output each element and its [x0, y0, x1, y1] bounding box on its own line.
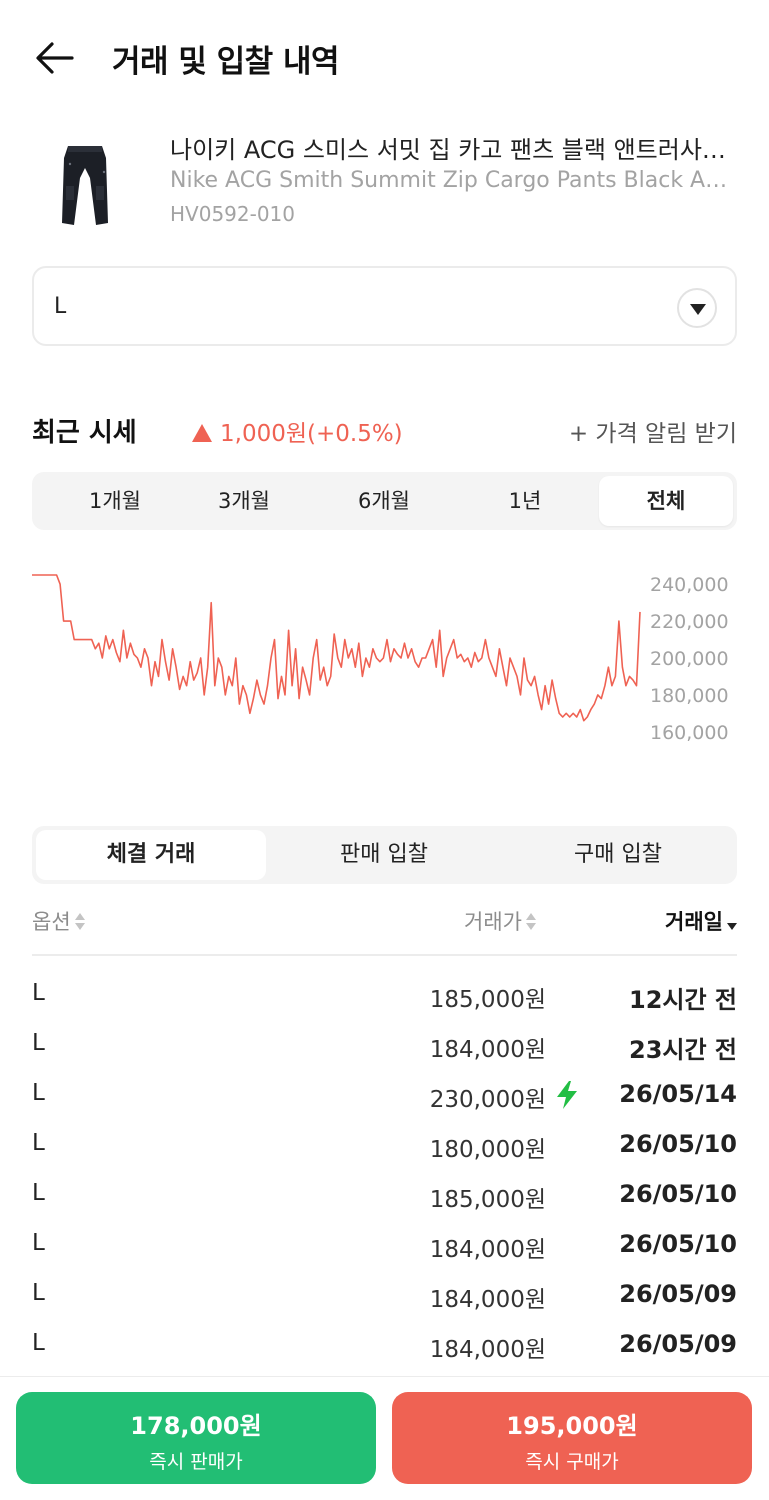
triangle-up-icon [192, 424, 212, 442]
product-summary[interactable]: 나이키 ACG 스미스 서밋 집 카고 팬츠 블랙 앤트러사이트 Nike AC… [0, 118, 769, 238]
recent-price-title: 최근 시세 [32, 418, 137, 448]
product-image [40, 128, 130, 238]
buy-price: 195,000원 [506, 1412, 638, 1440]
table-row: L 184,000원 26/05/09 [32, 1270, 737, 1320]
row-price: 230,000원 [429, 1087, 546, 1113]
table-row: L 184,000원 26/05/10 [32, 1220, 737, 1270]
sort-icon [525, 913, 536, 931]
tab-sell-bids[interactable]: 판매 입찰 [269, 830, 499, 880]
tab-3-months[interactable]: 3개월 [177, 476, 311, 526]
period-tabs: 1개월 3개월 6개월 1년 전체 [32, 472, 737, 530]
price-header-label: 거래가 [464, 910, 522, 934]
row-date: 26/05/10 [619, 1130, 737, 1158]
sort-price-header[interactable]: 거래가 [464, 906, 536, 936]
sort-desc-icon [727, 913, 737, 931]
tab-1-month[interactable]: 1개월 [48, 476, 182, 526]
tab-6-months[interactable]: 6개월 [317, 476, 451, 526]
sell-price: 178,000원 [130, 1412, 262, 1440]
table-row: L 184,000원 23시간 전 [32, 1020, 737, 1070]
date-header-label: 거래일 [665, 910, 723, 934]
table-row: L 185,000원 26/05/10 [32, 1170, 737, 1220]
product-code: HV0592-010 [170, 202, 296, 226]
instant-buy-button[interactable]: 195,000원 즉시 구매가 [392, 1392, 752, 1484]
y-tick-label: 180,000 [650, 685, 729, 707]
price-chart-svg: 240,000 220,000 200,000 180,000 160,000 [32, 574, 729, 744]
size-value: L [54, 294, 67, 319]
row-option: L [32, 1130, 45, 1156]
header: 거래 및 입찰 내역 [0, 0, 769, 115]
table-row: L 184,000원 26/05/09 [32, 1320, 737, 1370]
sell-label: 즉시 판매가 [149, 1451, 243, 1473]
y-tick-label: 200,000 [650, 648, 729, 670]
row-option: L [32, 980, 45, 1006]
row-date: 23시간 전 [629, 1036, 737, 1064]
row-price: 184,000원 [429, 1237, 546, 1263]
row-option: L [32, 1280, 45, 1306]
back-button[interactable] [32, 34, 80, 82]
row-date: 12시간 전 [629, 986, 737, 1014]
row-date: 26/05/10 [619, 1230, 737, 1258]
bottom-action-bar: 178,000원 즉시 판매가 195,000원 즉시 구매가 [0, 1376, 769, 1500]
table-header: 옵션 거래가 거래일 [32, 900, 737, 956]
price-change-value: 1,000원(+0.5%) [220, 421, 403, 447]
sort-option-header[interactable]: 옵션 [32, 906, 85, 936]
row-price: 184,000원 [429, 1287, 546, 1313]
y-tick-label: 160,000 [650, 722, 729, 744]
row-price: 185,000원 [429, 1187, 546, 1213]
row-price: 184,000원 [429, 1037, 546, 1063]
instant-sell-button[interactable]: 178,000원 즉시 판매가 [16, 1392, 376, 1484]
table-row: L 230,000원 26/05/14 [32, 1070, 737, 1120]
row-date: 26/05/10 [619, 1180, 737, 1208]
page-title: 거래 및 입찰 내역 [112, 44, 340, 80]
table-row: L 185,000원 12시간 전 [32, 970, 737, 1020]
trade-tabs: 체결 거래 판매 입찰 구매 입찰 [32, 826, 737, 884]
tab-completed-trades[interactable]: 체결 거래 [36, 830, 266, 880]
row-option: L [32, 1080, 45, 1106]
product-name: 나이키 ACG 스미스 서밋 집 카고 팬츠 블랙 앤트러사이트 [170, 136, 730, 164]
row-option: L [32, 1230, 45, 1256]
price-chart: 240,000 220,000 200,000 180,000 160,000 [0, 555, 769, 775]
price-alert-button[interactable]: + 가격 알림 받기 [569, 414, 737, 448]
row-option: L [32, 1330, 45, 1356]
y-tick-label: 240,000 [650, 574, 729, 596]
tab-all[interactable]: 전체 [599, 476, 733, 526]
size-select[interactable]: L [32, 266, 737, 346]
y-tick-label: 220,000 [650, 611, 729, 633]
arrow-left-icon [36, 42, 74, 74]
tab-buy-bids[interactable]: 구매 입찰 [503, 830, 733, 880]
chevron-down-icon [677, 288, 717, 328]
buy-label: 즉시 구매가 [525, 1451, 619, 1473]
row-date: 26/05/09 [619, 1330, 737, 1358]
row-price: 184,000원 [429, 1337, 546, 1363]
row-option: L [32, 1180, 45, 1206]
recent-price-row: 최근 시세 1,000원(+0.5%) + 가격 알림 받기 [32, 410, 737, 450]
option-header-label: 옵션 [32, 910, 71, 934]
row-option: L [32, 1030, 45, 1056]
product-name-en: Nike ACG Smith Summit Zip Cargo Pants Bl… [170, 168, 730, 193]
row-date: 26/05/09 [619, 1280, 737, 1308]
price-change: 1,000원(+0.5%) [192, 414, 403, 448]
row-price: 180,000원 [429, 1137, 546, 1163]
tab-1-year[interactable]: 1년 [458, 476, 592, 526]
table-row: L 180,000원 26/05/10 [32, 1120, 737, 1170]
lightning-icon [554, 1080, 580, 1110]
sort-icon [74, 913, 85, 931]
row-price: 185,000원 [429, 987, 546, 1013]
chart-series-line [32, 574, 641, 722]
row-date: 26/05/14 [619, 1080, 737, 1108]
sort-date-header[interactable]: 거래일 [665, 906, 737, 936]
